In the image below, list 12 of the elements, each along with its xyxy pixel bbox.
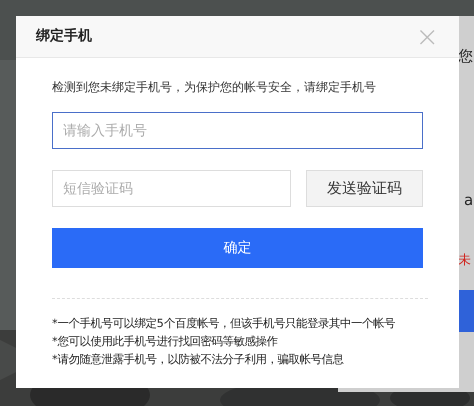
note-text: *请勿随意泄露手机号，以防被不法分子利用，骗取帐号信息 <box>52 352 345 368</box>
note-text: *一个手机号可以绑定5个百度帐号，但该手机号只能登录其中一个帐号 <box>52 316 396 332</box>
panel-text: a <box>464 193 474 208</box>
confirm-button[interactable]: 确定 <box>52 228 423 268</box>
code-input-field[interactable]: 短信验证码 <box>52 170 291 207</box>
panel-text: 您 <box>458 49 473 64</box>
notice-text: 检测到您未绑定手机号，为保护您的帐号安全，请绑定手机号 <box>52 79 377 96</box>
send-code-button[interactable]: 发送验证码 <box>306 170 423 207</box>
phone-input-field[interactable]: 请输入手机号 <box>52 112 423 149</box>
dialog-title: 绑定手机 <box>36 26 92 46</box>
note-text: *您可以使用此手机号进行找回密码等敏感操作 <box>52 334 279 350</box>
warning-text: 未 <box>458 254 471 267</box>
